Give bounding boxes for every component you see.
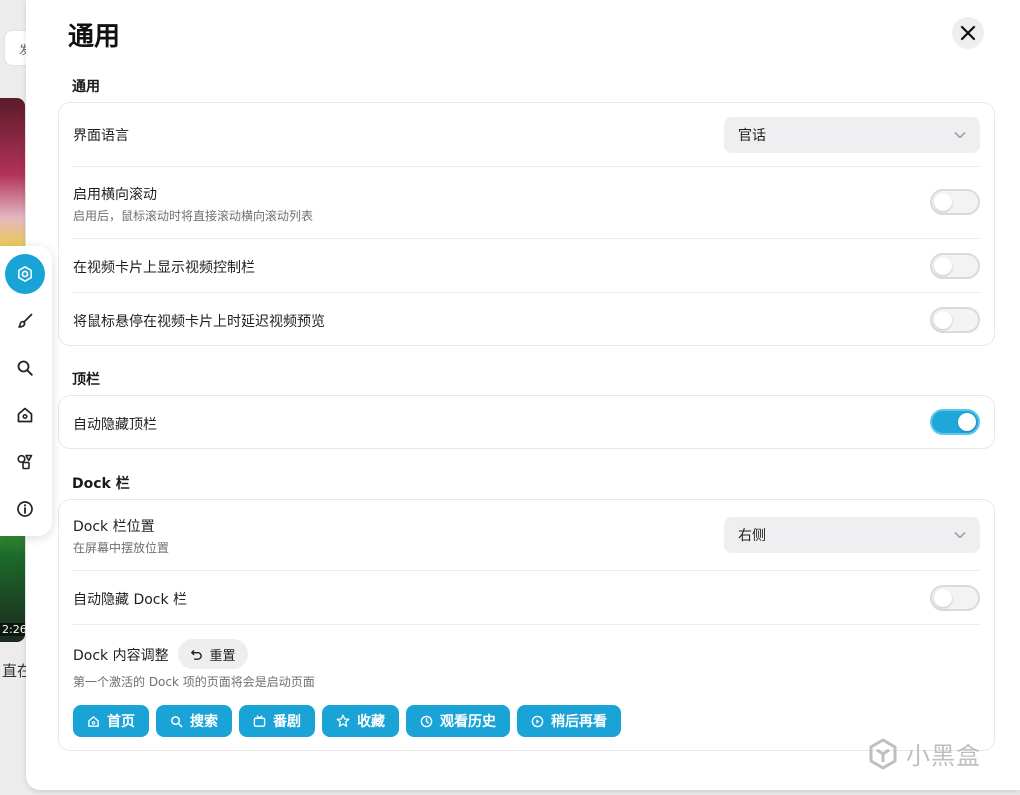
dock-item-label: 稍后再看 [551, 714, 607, 730]
language-select[interactable]: 官话 [724, 117, 980, 153]
search-icon [171, 715, 183, 727]
setting-row-auto-hide-dock: 自动隐藏 Dock 栏 [73, 571, 980, 625]
setting-title: 界面语言 [73, 128, 129, 144]
dock-item-list: 首页 搜索 番剧 收藏 观看历史 稍后再看 [73, 705, 621, 737]
toggle-knob [958, 413, 976, 431]
toggle-knob [934, 589, 952, 607]
logo-icon [869, 738, 897, 769]
delay-preview-toggle[interactable] [930, 307, 980, 333]
setting-title: Dock 内容调整 [73, 648, 169, 664]
home-icon [17, 407, 33, 423]
setting-title: 启用横向滚动 [73, 187, 157, 203]
setting-description: 在屏幕中摆放位置 [73, 541, 170, 555]
close-icon [960, 25, 976, 41]
chevron-down-icon [954, 531, 966, 539]
undo-icon [191, 649, 203, 660]
side-dock-plugins[interactable] [5, 442, 45, 482]
section-label-dock: Dock 栏 [72, 476, 130, 492]
side-dock-home[interactable] [5, 395, 45, 435]
reset-button[interactable]: 重置 [178, 639, 248, 669]
dock-settings-card: Dock 栏位置 在屏幕中摆放位置 右侧 自动隐藏 Dock 栏 Dock 内容… [58, 499, 995, 751]
star-icon [336, 714, 350, 727]
reset-button-label: 重置 [209, 648, 236, 664]
dock-item-label: 收藏 [357, 714, 385, 730]
setting-row-delay-preview: 将鼠标悬停在视频卡片上时延迟视频预览 [73, 293, 980, 347]
dock-item-history[interactable]: 观看历史 [406, 705, 510, 737]
chevron-down-icon [954, 131, 966, 139]
page-title: 通用 [68, 22, 121, 52]
setting-title: 自动隐藏 Dock 栏 [73, 592, 188, 608]
dock-item-home[interactable]: 首页 [73, 705, 149, 737]
watermark-text: 小黑盒 [906, 742, 981, 770]
toggle-knob [934, 193, 952, 211]
tv-icon [253, 714, 266, 727]
topbar-settings-card: 自动隐藏顶栏 [58, 395, 995, 449]
section-label-topbar: 顶栏 [72, 372, 100, 388]
auto-hide-topbar-toggle[interactable] [930, 409, 980, 435]
gear-icon [18, 266, 32, 282]
setting-row-horizontal-scroll: 启用横向滚动 启用后，鼠标滚动时将直接滚动横向滚动列表 [73, 167, 980, 239]
horizontal-scroll-toggle[interactable] [930, 189, 980, 215]
toggle-knob [934, 257, 952, 275]
setting-row-dock-position: Dock 栏位置 在屏幕中摆放位置 右侧 [73, 500, 980, 571]
section-label-general: 通用 [72, 79, 100, 95]
dock-item-label: 观看历史 [440, 714, 496, 730]
side-dock-search[interactable] [5, 348, 45, 388]
dock-item-search[interactable]: 搜索 [156, 705, 232, 737]
side-dock-settings[interactable] [5, 254, 45, 294]
dock-item-label: 首页 [107, 714, 135, 730]
toggle-knob [934, 311, 952, 329]
setting-title: 自动隐藏顶栏 [73, 417, 157, 433]
watermark: 小黑盒 [866, 736, 981, 771]
setting-row-auto-hide-topbar: 自动隐藏顶栏 [73, 396, 980, 450]
dock-item-label: 搜索 [190, 714, 218, 730]
dock-item-favorites[interactable]: 收藏 [322, 705, 399, 737]
setting-row-language: 界面语言 官话 [73, 103, 980, 167]
setting-description: 第一个激活的 Dock 项的页面将会是启动页面 [73, 675, 315, 689]
shapes-icon [17, 454, 33, 470]
clock-icon [420, 715, 433, 727]
setting-row-dock-content: Dock 内容调整 重置 第一个激活的 Dock 项的页面将会是启动页面 首页 … [73, 625, 980, 752]
close-button[interactable] [952, 17, 984, 49]
side-dock [0, 246, 52, 536]
dock-position-select[interactable]: 右侧 [724, 517, 980, 553]
setting-title: Dock 栏位置 [73, 519, 155, 535]
show-controls-toggle[interactable] [930, 253, 980, 279]
setting-description: 启用后，鼠标滚动时将直接滚动横向滚动列表 [73, 209, 314, 223]
search-icon [17, 360, 33, 376]
language-select-value: 官话 [738, 128, 766, 144]
dock-item-anime[interactable]: 番剧 [239, 705, 315, 737]
info-icon [17, 501, 33, 517]
settings-panel: 通用 通用 界面语言 官话 启用横向滚动 启用后，鼠标滚动时将直接滚动横向滚动列… [26, 0, 1020, 790]
brush-icon [18, 313, 33, 328]
side-dock-appearance[interactable] [5, 301, 45, 341]
watch-later-icon [531, 715, 544, 727]
setting-title: 在视频卡片上显示视频控制栏 [73, 260, 255, 276]
auto-hide-dock-toggle[interactable] [930, 585, 980, 611]
dock-item-watch-later[interactable]: 稍后再看 [517, 705, 621, 737]
background-video-duration: 2:26 [0, 623, 25, 636]
setting-row-show-controls: 在视频卡片上显示视频控制栏 [73, 239, 980, 293]
dock-item-label: 番剧 [273, 714, 301, 730]
home-icon [88, 715, 99, 727]
general-settings-card: 界面语言 官话 启用横向滚动 启用后，鼠标滚动时将直接滚动横向滚动列表 在视频卡… [58, 102, 995, 346]
dock-position-select-value: 右侧 [738, 528, 766, 544]
setting-title: 将鼠标悬停在视频卡片上时延迟视频预览 [73, 314, 325, 330]
side-dock-about[interactable] [5, 489, 45, 529]
